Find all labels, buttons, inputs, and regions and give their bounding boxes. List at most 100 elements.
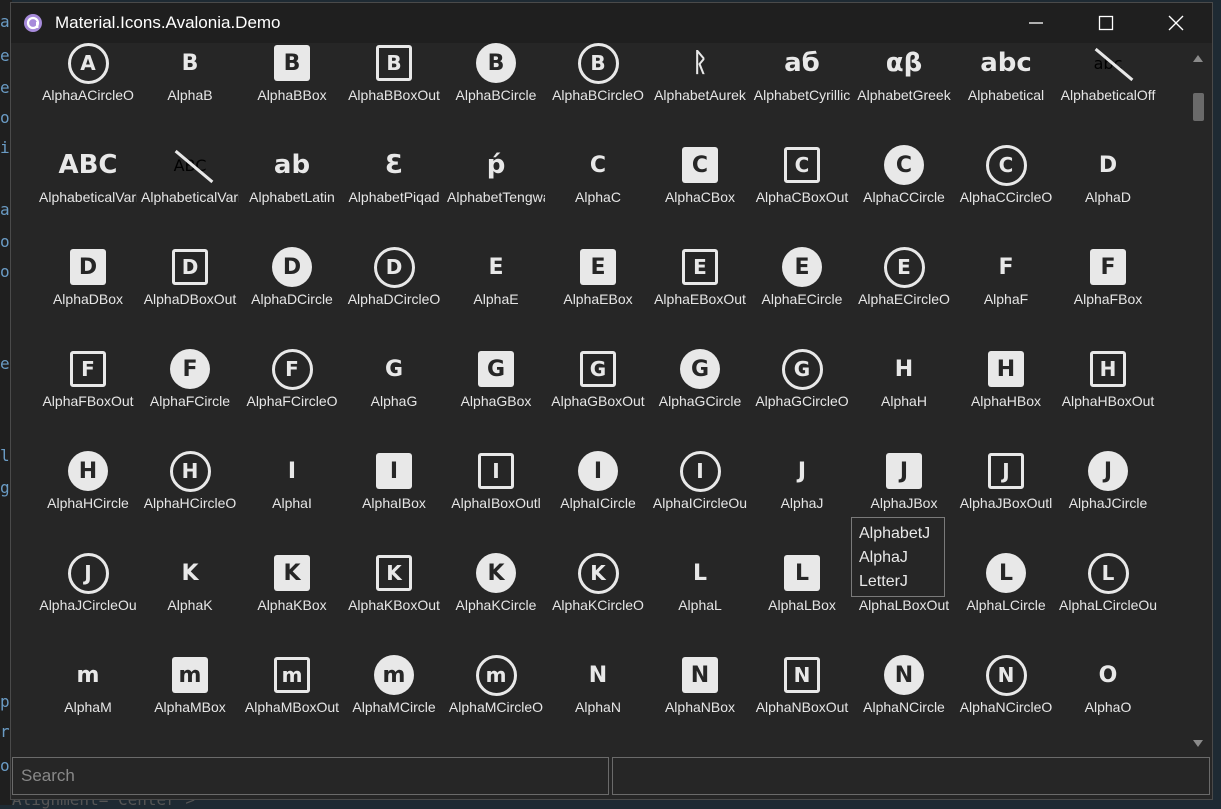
icon-cell[interactable]: DAlphaDCircleO bbox=[343, 231, 445, 333]
icon-cell[interactable]: JAlphaJBoxOutl bbox=[955, 435, 1057, 537]
icon-cell[interactable]: абAlphabetCyrillic bbox=[751, 43, 853, 129]
icon-cell[interactable]: abAlphabetLatin bbox=[241, 129, 343, 231]
icon-cell[interactable]: BAlphaBCircle bbox=[445, 43, 547, 129]
icon-cell[interactable]: HAlphaHBoxOut bbox=[1057, 333, 1159, 435]
background-code-char: e bbox=[0, 46, 10, 65]
icon-cell[interactable]: FAlphaFBox bbox=[1057, 231, 1159, 333]
icon-cell[interactable]: FAlphaFBoxOut bbox=[37, 333, 139, 435]
close-button[interactable] bbox=[1141, 3, 1211, 43]
icon-cell[interactable]: FAlphaFCircleO bbox=[241, 333, 343, 435]
icon-cell[interactable]: GAlphaGBoxOut bbox=[547, 333, 649, 435]
icon-label: AlphaGBoxOut bbox=[549, 393, 647, 409]
icon-cell[interactable]: BAlphaBBoxOut bbox=[343, 43, 445, 129]
icon-cell[interactable]: ABCAlphabeticalVariant bbox=[37, 129, 139, 231]
icon-cell[interactable]: FAlphaF bbox=[955, 231, 1057, 333]
icon-cell[interactable]: KAlphaK bbox=[139, 537, 241, 639]
icon-cell[interactable]: IAlphaICircleOu bbox=[649, 435, 751, 537]
icon-cell[interactable]: HAlphaHCircleO bbox=[139, 435, 241, 537]
icon-cell[interactable]: BAlphaBBox bbox=[241, 43, 343, 129]
icon-cell[interactable]: DAlphaDCircle bbox=[241, 231, 343, 333]
icon-label: AlphabetLatin bbox=[243, 189, 341, 205]
alphahboxout-icon: H bbox=[1090, 351, 1126, 387]
icon-cell[interactable]: mAlphaMBox bbox=[139, 639, 241, 741]
icon-cell[interactable]: CAlphaC bbox=[547, 129, 649, 231]
icon-cell[interactable]: EAlphaEBox bbox=[547, 231, 649, 333]
scroll-up-arrow-icon[interactable] bbox=[1193, 55, 1203, 62]
icon-cell[interactable]: mAlphaMBoxOut bbox=[241, 639, 343, 741]
icon-cell[interactable]: abcAlphabeticalOff bbox=[1057, 43, 1159, 129]
icon-cell[interactable]: IAlphaIBox bbox=[343, 435, 445, 537]
icon-cell[interactable]: αβAlphabetGreek bbox=[853, 43, 955, 129]
icon-cell[interactable]: AAlphaACircleO bbox=[37, 43, 139, 129]
icon-cell[interactable]: GAlphaGCircleO bbox=[751, 333, 853, 435]
icon-cell[interactable]: KAlphaKBox bbox=[241, 537, 343, 639]
alphad-icon: D bbox=[1099, 153, 1117, 178]
icon-cell[interactable]: KAlphaKCircleO bbox=[547, 537, 649, 639]
icon-cell[interactable]: DAlphaD bbox=[1057, 129, 1159, 231]
icon-cell[interactable]: LAlphaLCircleOu bbox=[1057, 537, 1159, 639]
scroll-down-arrow-icon[interactable] bbox=[1193, 740, 1203, 747]
icon-cell[interactable]: CAlphaCCircle bbox=[853, 129, 955, 231]
icon-cell[interactable]: KAlphaKCircle bbox=[445, 537, 547, 639]
icon-label: AlphabetAurek bbox=[651, 87, 749, 103]
icon-cell[interactable]: BAlphaBCircleO bbox=[547, 43, 649, 129]
icon-cell[interactable]: NAlphaNBox bbox=[649, 639, 751, 741]
alphagbox-icon: G bbox=[478, 351, 514, 387]
icon-cell[interactable]: HAlphaHCircle bbox=[37, 435, 139, 537]
icon-cell[interactable]: IAlphaIBoxOutl bbox=[445, 435, 547, 537]
icon-cell[interactable]: DAlphaDBoxOut bbox=[139, 231, 241, 333]
icon-cell[interactable]: EAlphaEBoxOut bbox=[649, 231, 751, 333]
icon-cell[interactable]: CAlphaCBoxOut bbox=[751, 129, 853, 231]
vertical-scrollbar[interactable] bbox=[1185, 43, 1212, 755]
icon-cell[interactable]: KAlphaKBoxOut bbox=[343, 537, 445, 639]
icon-cell[interactable]: GAlphaGCircle bbox=[649, 333, 751, 435]
icon-cell[interactable]: EAlphaECircleO bbox=[853, 231, 955, 333]
alphaebox-icon: E bbox=[580, 249, 616, 285]
search-input[interactable] bbox=[12, 757, 609, 795]
icon-label: AlphaNCircle bbox=[855, 699, 953, 715]
icon-cell[interactable]: ṕAlphabetTengwar bbox=[445, 129, 547, 231]
icon-cell[interactable]: JAlphaJCircle bbox=[1057, 435, 1159, 537]
icon-cell[interactable]: LAlphaLCircle bbox=[955, 537, 1057, 639]
icon-cell[interactable]: FAlphaFCircle bbox=[139, 333, 241, 435]
icon-cell[interactable]: NAlphaNCircleO bbox=[955, 639, 1057, 741]
icon-cell[interactable]: IAlphaICircle bbox=[547, 435, 649, 537]
icon-cell[interactable]: HAlphaHBox bbox=[955, 333, 1057, 435]
maximize-button[interactable] bbox=[1071, 3, 1141, 43]
icon-label: AlphaICircleOu bbox=[651, 495, 749, 511]
icon-label: AlphaJBoxOutl bbox=[957, 495, 1055, 511]
alphancircle-icon: N bbox=[884, 655, 924, 695]
icon-cell[interactable]: HAlphaH bbox=[853, 333, 955, 435]
icon-cell[interactable]: LAlphaLBox bbox=[751, 537, 853, 639]
icon-cell[interactable]: N AlphaNCircle bbox=[853, 639, 955, 741]
icon-cell[interactable]: ABCAlphabeticalVariantOff bbox=[139, 129, 241, 231]
icon-cell[interactable]: JAlphaJ bbox=[751, 435, 853, 537]
scrollbar-thumb[interactable] bbox=[1193, 93, 1204, 121]
icon-cell[interactable]: EAlphaE bbox=[445, 231, 547, 333]
selected-icon-field[interactable] bbox=[612, 757, 1210, 795]
icon-cell[interactable]: abcAlphabetical bbox=[955, 43, 1057, 129]
icon-cell[interactable]: ƐAlphabetPiqad bbox=[343, 129, 445, 231]
icon-cell[interactable]: IAlphaI bbox=[241, 435, 343, 537]
minimize-button[interactable] bbox=[1001, 3, 1071, 43]
icon-cell[interactable]: CAlphaCBox bbox=[649, 129, 751, 231]
icon-cell[interactable]: GAlphaG bbox=[343, 333, 445, 435]
icon-cell[interactable]: BAlphaB bbox=[139, 43, 241, 129]
icon-cell[interactable]: NAlphaN bbox=[547, 639, 649, 741]
icon-cell[interactable]: GAlphaGBox bbox=[445, 333, 547, 435]
icon-cell[interactable]: EAlphaECircle bbox=[751, 231, 853, 333]
icon-cell[interactable]: OAlphaO bbox=[1057, 639, 1159, 741]
icon-label: AlphaGCircleO bbox=[753, 393, 851, 409]
icon-cell[interactable]: ᚱAlphabetAurek bbox=[649, 43, 751, 129]
icon-cell[interactable]: mAlphaMCircle bbox=[343, 639, 445, 741]
alphambox-icon: m bbox=[172, 657, 208, 693]
icon-cell[interactable]: NAlphaNBoxOut bbox=[751, 639, 853, 741]
icon-label: AlphabeticalVariantOff bbox=[141, 189, 239, 205]
icon-cell[interactable]: JAlphaJCircleOu bbox=[37, 537, 139, 639]
icon-cell[interactable]: DAlphaDBox bbox=[37, 231, 139, 333]
icon-cell[interactable]: mAlphaMCircleO bbox=[445, 639, 547, 741]
icon-cell[interactable]: LAlphaL bbox=[649, 537, 751, 639]
background-code-char: r bbox=[0, 722, 10, 741]
icon-cell[interactable]: mAlphaM bbox=[37, 639, 139, 741]
icon-cell[interactable]: CAlphaCCircleO bbox=[955, 129, 1057, 231]
